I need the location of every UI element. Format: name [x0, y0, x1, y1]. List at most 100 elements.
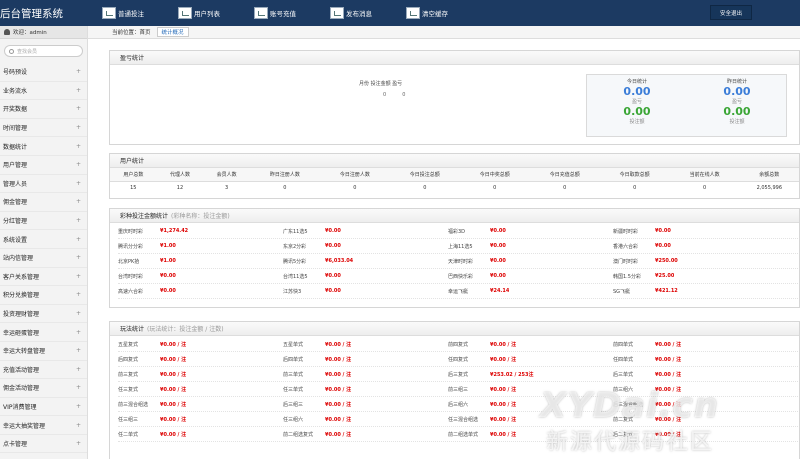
nav-item-0[interactable]: 普通投注 [102, 0, 178, 26]
stats-value: ¥0.00 / 注 [490, 401, 517, 408]
sidebar-item[interactable]: 幸运大抽奖管理 + [0, 416, 87, 435]
sidebar-item[interactable]: VIP消费管理 + [0, 398, 87, 417]
stats-value: ¥0.00 / 注 [325, 386, 352, 393]
table-cell: 3 [225, 185, 229, 192]
sidebar-item[interactable]: 管理人员 + [0, 175, 87, 194]
nav-item-4[interactable]: 清空缓存 [406, 0, 482, 26]
stats-cell: 广东11选5 ¥0.00 [283, 228, 448, 235]
sidebar-item[interactable]: 数据统计 + [0, 137, 87, 156]
expand-plus-icon: + [75, 86, 81, 94]
stats-name: 腾讯5分彩 [283, 258, 307, 265]
expand-plus-icon: + [75, 142, 81, 150]
stats-value: ¥0.00 / 注 [160, 401, 187, 408]
search-placeholder: 查找会员 [17, 48, 38, 55]
stats-name: 后三复式 [448, 371, 469, 378]
sidebar-item-label: 业务流水 [3, 87, 28, 95]
sidebar-item[interactable]: 客户关系管理 + [0, 268, 87, 287]
stats-cell: 幸运飞艇 ¥24.14 [448, 288, 613, 295]
stats-name: 东京2分彩 [283, 243, 307, 250]
nav-item-2[interactable]: 账号充值 [254, 0, 330, 26]
stats-name: 前三复式 [118, 371, 139, 378]
member-search-input[interactable]: 查找会员 [4, 45, 83, 57]
stats-value: ¥0.00 / 注 [655, 401, 682, 408]
profit-panel-title: 盈亏统计 [110, 51, 799, 65]
stats-value: ¥0.00 / 注 [160, 386, 187, 393]
stats-row: 高速六合彩 ¥0.00 江苏快3 ¥0.00 幸运飞艇 ¥24.14 SG飞艇 ¥421.12 [118, 284, 798, 299]
column-header: 余额总数 [739, 168, 799, 182]
stats-value: ¥0.00 [325, 273, 341, 279]
breadcrumb-home[interactable]: 当前位置：首页 [108, 27, 155, 37]
stats-name: 任四复式 [448, 356, 469, 363]
sidebar-item[interactable]: 开奖数据 + [0, 100, 87, 119]
stats-name: 前三单式 [283, 371, 304, 378]
stats-cell: 任二单式 ¥0.00 / 注 [118, 431, 283, 438]
yesterday-bet: 0.00 [723, 105, 751, 118]
sidebar-item[interactable]: 分红管理 + [0, 212, 87, 231]
expand-plus-icon: + [75, 161, 81, 169]
top-nav: 普通投注 用户列表 账号充值 发布消息 清空缓存 [90, 0, 482, 26]
tab-overview[interactable]: 统计概况 [156, 27, 189, 37]
stats-cell: 前三复式 ¥0.00 / 注 [118, 371, 283, 378]
stats-cell: 巴西快乐彩 ¥0.00 [448, 273, 613, 280]
stats-name: 韩国1.5分彩 [613, 273, 641, 280]
stats-cell: 高速六合彩 ¥0.00 [118, 288, 283, 295]
stats-cell: 后三组六 ¥0.00 / 注 [448, 401, 613, 408]
stats-name: 任三组六 [283, 416, 304, 423]
stats-cell: 前三组六 ¥0.00 / 注 [613, 386, 778, 393]
stats-cell: 前三组三 ¥0.00 / 注 [448, 386, 613, 393]
sidebar-item-label: 客户关系管理 [3, 273, 40, 281]
expand-plus-icon: + [75, 217, 81, 225]
stats-name: 前三混合组选 [118, 401, 149, 408]
stats-cell: 上海11选5 ¥0.00 [448, 243, 613, 250]
sidebar-item-label: 分红管理 [3, 218, 28, 226]
chart-icon [178, 7, 192, 19]
sidebar-item[interactable]: 充值活动管理 + [0, 361, 87, 380]
expand-plus-icon: + [75, 328, 81, 336]
stats-name: 福彩3D [448, 228, 466, 235]
sidebar-item[interactable]: 积分兑换管理 + [0, 286, 87, 305]
stats-row: 任三组三 ¥0.00 / 注 任三组六 ¥0.00 / 注 任三混合组选 ¥0.00 / … [118, 412, 798, 427]
lottery-title: 彩种投注金额统计 [120, 213, 169, 220]
sidebar-item[interactable]: 号码预设 + [0, 63, 87, 82]
sidebar-item[interactable]: 业务流水 + [0, 82, 87, 101]
stats-name: 天津时时彩 [448, 258, 474, 265]
stats-value: ¥0.00 / 注 [325, 431, 352, 438]
stats-value: ¥0.00 [325, 228, 341, 234]
sidebar-item[interactable]: 佣金活动管理 + [0, 379, 87, 398]
sidebar-item-label: 号码预设 [3, 69, 28, 77]
stats-name: 后四复式 [118, 356, 139, 363]
stats-value: ¥24.14 [490, 288, 510, 294]
nav-item-3[interactable]: 发布消息 [330, 0, 406, 26]
sidebar-item-label: 管理人员 [3, 180, 28, 188]
plays-subtitle: (玩法统计：投注金额 / 注数) [147, 326, 224, 333]
sidebar-item[interactable]: 点卡管理 + [0, 435, 87, 454]
chart-icon [102, 7, 116, 19]
yesterday-profit: 0.00 [723, 85, 751, 98]
sidebar-item-label: 时间管理 [3, 125, 28, 133]
stats-cell: 任三单式 ¥0.00 / 注 [283, 386, 448, 393]
sidebar-item[interactable]: 站内信管理 + [0, 249, 87, 268]
logout-button[interactable]: 安全退出 [710, 5, 752, 20]
stats-value: ¥0.00 / 注 [325, 356, 352, 363]
user-stats-table: 用户总数 代理人数 会员人数 昨日注册人数 今日注册人数 今日投注总额 今日中奖总额 今日充值… [110, 168, 799, 195]
stats-name: 澳门时时彩 [613, 258, 639, 265]
sidebar: 欢迎：admin 查找会员 号码预设 + 业务流水 + 开奖数据 + 时间管理 + 数据统计 + 用… [0, 26, 88, 459]
stats-value: ¥0.00 / 注 [655, 416, 682, 423]
nav-item-1[interactable]: 用户列表 [178, 0, 254, 26]
stats-value: ¥0.00 [160, 288, 176, 294]
expand-plus-icon: + [75, 347, 81, 355]
sidebar-item[interactable]: 幸运大转盘管理 + [0, 342, 87, 361]
sidebar-item-label: 投资理财管理 [3, 311, 40, 319]
play-stats-title: 玩法统计 (玩法统计：投注金额 / 注数) [110, 322, 799, 336]
sidebar-item[interactable]: 佣金管理 + [0, 193, 87, 212]
sidebar-item[interactable]: 用户管理 + [0, 156, 87, 175]
sidebar-item-label: 系统设置 [3, 236, 28, 244]
sidebar-item[interactable]: 投资理财管理 + [0, 305, 87, 324]
stats-value: ¥0.00 / 注 [325, 371, 352, 378]
sidebar-item[interactable]: 时间管理 + [0, 119, 87, 138]
sidebar-item[interactable]: 系统设置 + [0, 230, 87, 249]
column-header: 今日中奖总额 [459, 168, 530, 182]
yesterday-profit-label: 盈亏 [731, 99, 742, 105]
stats-name: 前四单式 [613, 341, 634, 348]
sidebar-item[interactable]: 幸运砸蛋管理 + [0, 323, 87, 342]
